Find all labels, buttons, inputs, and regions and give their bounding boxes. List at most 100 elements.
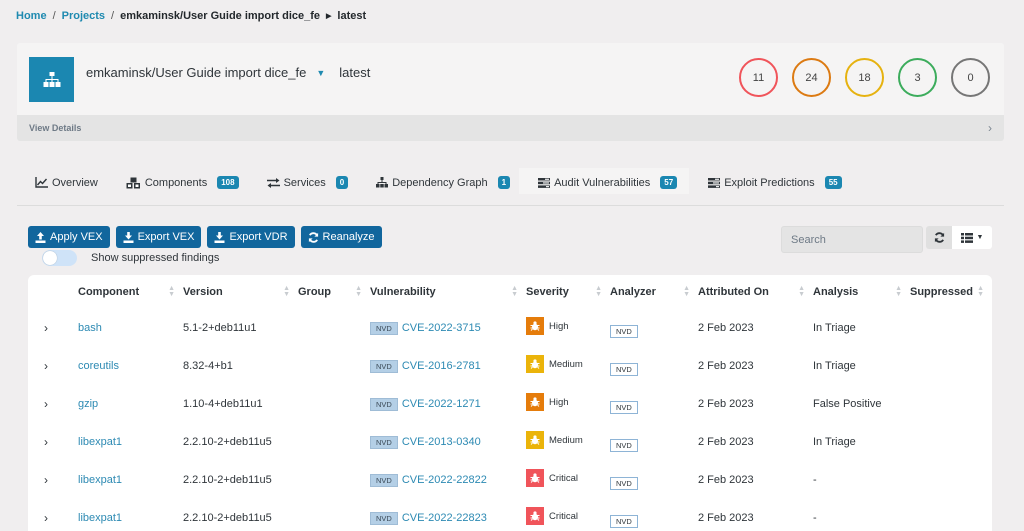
tab-label: Dependency Graph <box>392 176 488 189</box>
download-icon <box>123 231 134 243</box>
column-header-label: Suppressed <box>910 286 973 298</box>
group-cell <box>298 309 370 347</box>
group-cell <box>298 347 370 385</box>
tasks-icon <box>708 177 721 188</box>
show-suppressed-toggle[interactable] <box>42 250 77 266</box>
analysis-cell: False Positive <box>813 398 882 410</box>
vulnerability-link[interactable]: CVE-2013-0340 <box>402 436 481 448</box>
sort-icon[interactable]: ▲ ▼ <box>798 285 805 298</box>
column-header-label: Component <box>78 286 140 298</box>
component-link[interactable]: coreutils <box>78 360 119 372</box>
column-header-severity[interactable]: Severity ▲ ▼ <box>526 275 610 309</box>
component-link[interactable]: libexpat1 <box>78 436 122 448</box>
analyzer-badge: NVD <box>610 324 638 338</box>
vulnerability-link[interactable]: CVE-2016-2781 <box>402 360 481 372</box>
severity-count-high: 24 <box>792 58 831 97</box>
line-chart-icon <box>35 177 48 188</box>
column-header-version[interactable]: Version ▲ ▼ <box>183 275 298 309</box>
column-header-label: Version <box>183 286 223 298</box>
expand-row-chevron-icon[interactable]: › <box>28 397 48 411</box>
severity-count-unassigned: 0 <box>951 58 990 97</box>
export-vex-button[interactable]: Export VEX <box>115 226 202 248</box>
column-header-suppressed[interactable]: Suppressed ▲ ▼ <box>910 275 992 309</box>
tab-overview[interactable]: Overview <box>17 168 107 194</box>
sort-icon[interactable]: ▲ ▼ <box>168 285 175 298</box>
tab-audit-vulnerabilities[interactable]: Audit Vulnerabilities 57 <box>519 168 690 194</box>
tasks-icon <box>538 177 551 188</box>
bug-icon <box>526 355 544 373</box>
sort-icon[interactable]: ▲ ▼ <box>683 285 690 298</box>
vulnerability-cell: NVD CVE-2022-22823 <box>370 511 526 525</box>
suppressed-cell <box>910 309 992 347</box>
tab-exploit-predictions[interactable]: Exploit Predictions 55 <box>689 168 850 194</box>
severity-cell: High <box>526 317 610 335</box>
tab-dependency-graph[interactable]: Dependency Graph 1 <box>357 168 519 194</box>
version-dropdown-caret-icon[interactable]: ▼ <box>316 68 325 78</box>
sort-icon[interactable]: ▲ ▼ <box>595 285 602 298</box>
table-row[interactable]: › libexpat1 2.2.10-2+deb11u5 NVD CVE-2022-22… <box>28 499 992 531</box>
suppressed-cell <box>910 499 992 531</box>
analysis-cell: In Triage <box>813 360 856 372</box>
tab-label: Overview <box>52 176 98 189</box>
sort-icon[interactable]: ▲ ▼ <box>283 285 290 298</box>
sort-icon[interactable]: ▲ ▼ <box>895 285 902 298</box>
severity-label: Critical <box>549 472 579 484</box>
download-icon <box>214 231 225 243</box>
column-header-group[interactable]: Group ▲ ▼ <box>298 275 370 309</box>
export-vdr-button[interactable]: Export VDR <box>207 226 295 248</box>
column-header-attributed-on[interactable]: Attributed On ▲ ▼ <box>698 275 813 309</box>
analyzer-badge: NVD <box>610 476 638 490</box>
column-header-label: Group <box>298 286 331 298</box>
upload-icon <box>35 231 46 243</box>
reanalyze-button[interactable]: Reanalyze <box>300 226 382 248</box>
table-row[interactable]: › libexpat1 2.2.10-2+deb11u5 NVD CVE-2013-03… <box>28 423 992 461</box>
expand-row-chevron-icon[interactable]: › <box>28 359 48 373</box>
sort-icon[interactable]: ▲ ▼ <box>977 285 984 298</box>
tab-components[interactable]: Components 108 <box>107 168 248 194</box>
search-input[interactable] <box>781 226 923 253</box>
breadcrumb-home-link[interactable]: Home <box>16 10 47 22</box>
group-cell <box>298 385 370 423</box>
expand-row-chevron-icon[interactable]: › <box>28 511 48 525</box>
suppressed-cell <box>910 347 992 385</box>
component-link[interactable]: libexpat1 <box>78 512 122 524</box>
severity-cell: High <box>526 393 610 411</box>
table-row[interactable]: › coreutils 8.32-4+b1 NVD CVE-2016-2781 Mediu… <box>28 347 992 385</box>
vulnerability-cell: NVD CVE-2013-0340 <box>370 435 526 449</box>
project-version[interactable]: latest <box>339 65 370 80</box>
columns-dropdown-button[interactable]: ▼ <box>952 226 992 249</box>
vulnerability-link[interactable]: CVE-2022-22823 <box>402 512 487 524</box>
apply-vex-button[interactable]: Apply VEX <box>28 226 110 248</box>
tab-services[interactable]: Services 0 <box>248 168 358 194</box>
table-row[interactable]: › gzip 1.10-4+deb11u1 NVD CVE-2022-1271 High N… <box>28 385 992 423</box>
column-header-analyzer[interactable]: Analyzer ▲ ▼ <box>610 275 698 309</box>
view-details-bar[interactable]: View Details › <box>17 115 1004 141</box>
severity-label: High <box>549 320 569 332</box>
table-row[interactable]: › bash 5.1-2+deb11u1 NVD CVE-2022-3715 High NV… <box>28 309 992 347</box>
expand-row-chevron-icon[interactable]: › <box>28 435 48 449</box>
vulnerabilities-table: Component ▲ ▼ Version ▲ ▼ Group ▲ ▼ Vulnerability… <box>28 275 992 531</box>
breadcrumb-projects-link[interactable]: Projects <box>62 10 105 22</box>
source-badge: NVD <box>370 397 398 411</box>
sort-icon[interactable]: ▲ ▼ <box>355 285 362 298</box>
sort-icon[interactable]: ▲ ▼ <box>511 285 518 298</box>
component-link[interactable]: libexpat1 <box>78 474 122 486</box>
component-link[interactable]: gzip <box>78 398 98 410</box>
severity-label: High <box>549 396 569 408</box>
table-row[interactable]: › libexpat1 2.2.10-2+deb11u5 NVD CVE-2022-22… <box>28 461 992 499</box>
vulnerability-link[interactable]: CVE-2022-22822 <box>402 474 487 486</box>
vulnerability-link[interactable]: CVE-2022-1271 <box>402 398 481 410</box>
column-header-component[interactable]: Component ▲ ▼ <box>78 275 183 309</box>
expand-column-header <box>28 275 78 309</box>
column-header-vulnerability[interactable]: Vulnerability ▲ ▼ <box>370 275 526 309</box>
component-link[interactable]: bash <box>78 322 102 334</box>
project-name: emkaminsk/User Guide import dice_fe <box>86 65 307 80</box>
vulnerability-cell: NVD CVE-2016-2781 <box>370 359 526 373</box>
expand-row-chevron-icon[interactable]: › <box>28 473 48 487</box>
analysis-cell: In Triage <box>813 436 856 448</box>
column-header-analysis[interactable]: Analysis ▲ ▼ <box>813 275 910 309</box>
expand-row-chevron-icon[interactable]: › <box>28 321 48 335</box>
source-badge: NVD <box>370 511 398 525</box>
vulnerability-link[interactable]: CVE-2022-3715 <box>402 322 481 334</box>
refresh-table-button[interactable] <box>926 226 952 249</box>
